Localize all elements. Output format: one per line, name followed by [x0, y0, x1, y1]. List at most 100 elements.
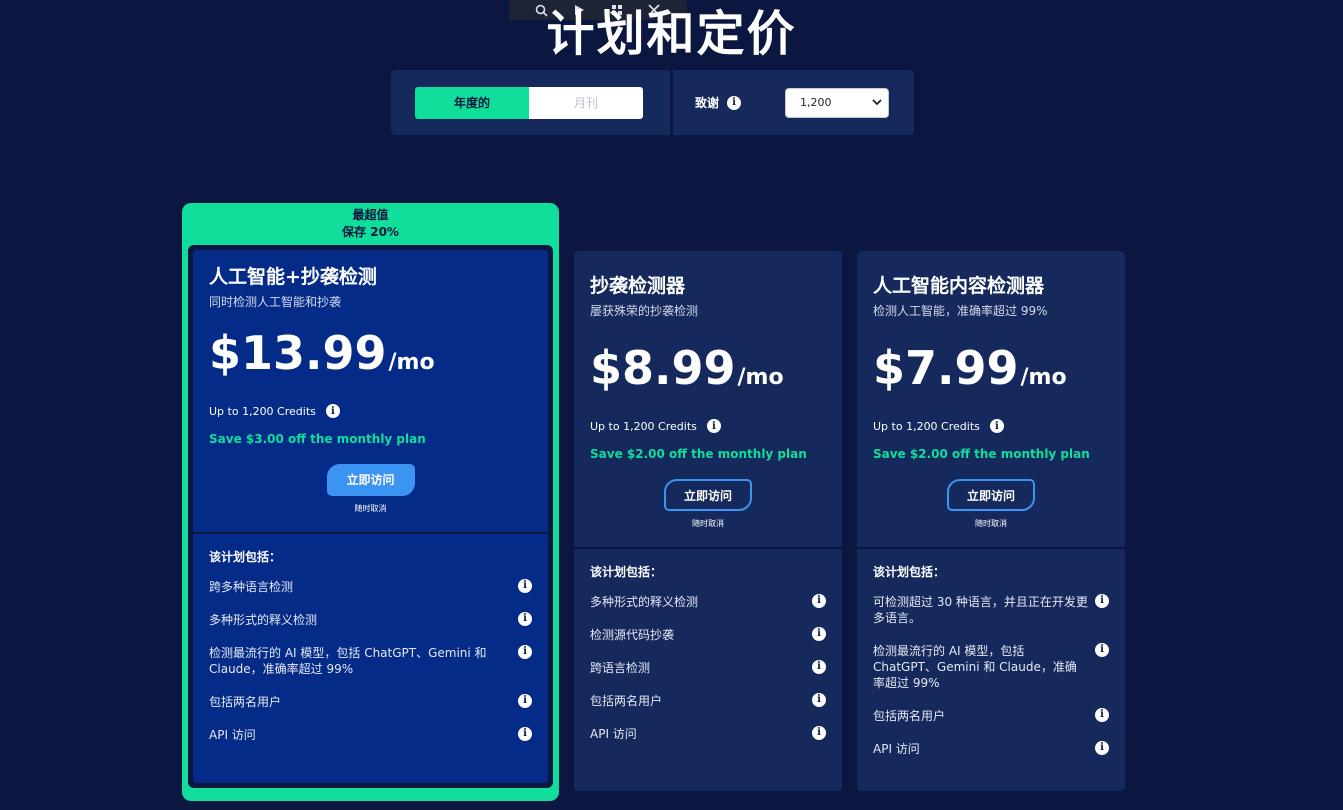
credits-row: Up to 1,200 Credits i	[873, 419, 1109, 433]
cancel-anytime-text: 随时取消	[354, 504, 387, 513]
info-icon[interactable]: i	[518, 612, 532, 626]
access-now-button[interactable]: 立即访问	[947, 479, 1035, 511]
feature-text: 包括两名用户	[873, 709, 946, 723]
price-row: $7.99 /mo	[873, 345, 1109, 391]
plan-subtitle: 检测人工智能，准确率超过 99%	[873, 304, 1048, 318]
access-now-button[interactable]: 立即访问	[664, 479, 752, 511]
feature-text: 包括两名用户	[209, 695, 282, 709]
badge-title: 最超值	[352, 208, 389, 222]
credits-row: Up to 1,200 Credits i	[590, 419, 826, 433]
pricing-controls: 年度的 月刊 致谢 i 1,200	[391, 70, 914, 135]
plan-savings: Save $2.00 off the monthly plan	[590, 447, 807, 461]
feature-text: 跨语言检测	[590, 661, 651, 675]
info-icon[interactable]: i	[812, 660, 826, 674]
feature-text: API 访问	[209, 728, 256, 742]
feature-text: API 访问	[873, 742, 920, 756]
feature-item: API 访问 i	[209, 719, 532, 752]
billing-toggle: 年度的 月刊	[391, 70, 670, 135]
plan-credits: Up to 1,200 Credits	[209, 404, 316, 418]
info-icon[interactable]: i	[518, 579, 532, 593]
info-icon[interactable]: i	[1095, 741, 1109, 755]
monthly-toggle-button[interactable]: 月刊	[529, 86, 643, 119]
feature-text: 检测最流行的 AI 模型，包括 ChatGPT、Gemini 和 Claude，…	[873, 644, 1077, 690]
credits-select-value: 1,200	[800, 96, 832, 109]
price-period: /mo	[737, 365, 784, 390]
cancel-anytime-text: 随时取消	[692, 519, 724, 528]
feature-item: 跨多种语言检测 i	[209, 571, 532, 604]
feature-text: API 访问	[590, 727, 637, 741]
feature-item: 包括两名用户 i	[590, 685, 826, 718]
price-period: /mo	[388, 350, 435, 375]
feature-text: 可检测超过 30 种语言，并且正在开发更多语言。	[873, 595, 1088, 625]
page-title: 计划和定价	[546, 6, 797, 62]
info-icon[interactable]: i	[812, 693, 826, 707]
info-icon[interactable]: i	[1095, 708, 1109, 722]
feature-text: 检测源代码抄袭	[590, 628, 675, 642]
info-icon[interactable]: i	[325, 404, 340, 418]
info-icon[interactable]: i	[727, 95, 742, 110]
info-icon[interactable]: i	[812, 594, 826, 608]
plan-subtitle: 同时检测人工智能和抄袭	[209, 295, 342, 309]
plan-title: 抄袭检测器	[590, 275, 686, 297]
info-icon[interactable]: i	[518, 694, 532, 708]
plan-card-ai-content: 人工智能内容检测器 检测人工智能，准确率超过 99% $7.99 /mo Up …	[857, 251, 1125, 791]
plan-credits: Up to 1,200 Credits	[873, 419, 980, 433]
feature-item: 检测最流行的 AI 模型，包括 ChatGPT、Gemini 和 Claude，…	[209, 637, 532, 686]
feature-item: 包括两名用户 i	[209, 686, 532, 719]
featured-plan-card: 最超值 保存 20% 人工智能+抄袭检测 同时检测人工智能和抄袭 $13.99 …	[182, 203, 559, 801]
includes-title: 该计划包括：	[873, 565, 946, 579]
plan-features: 该计划包括： 多种形式的释义检测 i 检测源代码抄袭 i 跨语言检测 i 包括两…	[574, 549, 842, 751]
credits-label: 致谢	[695, 96, 720, 110]
plan-card-plagiarism: 抄袭检测器 屡获殊荣的抄袭检测 $8.99 /mo Up to 1,200 Cr…	[574, 251, 842, 791]
credits-control: 致谢 i 1,200	[673, 70, 914, 135]
feature-item: API 访问 i	[590, 718, 826, 751]
chevron-down-icon	[872, 96, 882, 109]
info-icon[interactable]: i	[518, 645, 532, 659]
feature-item: API 访问 i	[873, 733, 1109, 766]
plan-subtitle: 屡获殊荣的抄袭检测	[590, 304, 699, 318]
featured-plan-frame: 人工智能+抄袭检测 同时检测人工智能和抄袭 $13.99 /mo Up to 1…	[188, 245, 553, 788]
credits-row: Up to 1,200 Credits i	[209, 404, 532, 418]
price-row: $13.99 /mo	[209, 330, 532, 376]
info-icon[interactable]: i	[812, 627, 826, 641]
info-icon[interactable]: i	[518, 727, 532, 741]
feature-text: 多种形式的释义检测	[590, 595, 699, 609]
info-icon[interactable]: i	[706, 419, 721, 433]
feature-item: 多种形式的释义检测 i	[590, 586, 826, 619]
plan-credits: Up to 1,200 Credits	[590, 419, 697, 433]
feature-item: 检测源代码抄袭 i	[590, 619, 826, 652]
plan-price: $13.99	[209, 326, 387, 380]
plan-card-ai-plagiarism: 人工智能+抄袭检测 同时检测人工智能和抄袭 $13.99 /mo Up to 1…	[193, 250, 548, 783]
feature-text: 包括两名用户	[590, 694, 663, 708]
plan-features: 该计划包括： 跨多种语言检测 i 多种形式的释义检测 i 检测最流行的 AI 模…	[193, 534, 548, 752]
feature-item: 多种形式的释义检测 i	[209, 604, 532, 637]
badge-savings: 保存 20%	[342, 225, 399, 239]
includes-title: 该计划包括：	[590, 565, 663, 579]
access-now-button[interactable]: 立即访问	[326, 464, 415, 496]
feature-text: 跨多种语言检测	[209, 580, 294, 594]
plan-title: 人工智能内容检测器	[873, 275, 1045, 297]
feature-item: 包括两名用户 i	[873, 700, 1109, 733]
feature-item: 可检测超过 30 种语言，并且正在开发更多语言。 i	[873, 586, 1109, 635]
info-icon[interactable]: i	[1095, 594, 1109, 608]
feature-item: 检测最流行的 AI 模型，包括 ChatGPT、Gemini 和 Claude，…	[873, 635, 1109, 700]
price-period: /mo	[1020, 365, 1067, 390]
plan-title: 人工智能+抄袭检测	[209, 266, 377, 288]
info-icon[interactable]: i	[989, 419, 1004, 433]
plan-features: 该计划包括： 可检测超过 30 种语言，并且正在开发更多语言。 i 检测最流行的…	[857, 549, 1125, 766]
info-icon[interactable]: i	[1095, 643, 1109, 657]
credits-select[interactable]: 1,200	[785, 87, 890, 118]
plan-price: $8.99	[590, 341, 736, 395]
includes-title: 该计划包括：	[209, 550, 282, 564]
info-icon[interactable]: i	[812, 726, 826, 740]
best-value-badge: 最超值 保存 20%	[188, 207, 553, 245]
cancel-anytime-text: 随时取消	[975, 519, 1007, 528]
feature-text: 检测最流行的 AI 模型，包括 ChatGPT、Gemini 和 Claude，…	[209, 646, 487, 676]
plan-price: $7.99	[873, 341, 1019, 395]
price-row: $8.99 /mo	[590, 345, 826, 391]
feature-text: 多种形式的释义检测	[209, 613, 318, 627]
feature-item: 跨语言检测 i	[590, 652, 826, 685]
plan-savings: Save $2.00 off the monthly plan	[873, 447, 1090, 461]
plan-savings: Save $3.00 off the monthly plan	[209, 432, 426, 446]
annual-toggle-button[interactable]: 年度的	[415, 86, 529, 119]
